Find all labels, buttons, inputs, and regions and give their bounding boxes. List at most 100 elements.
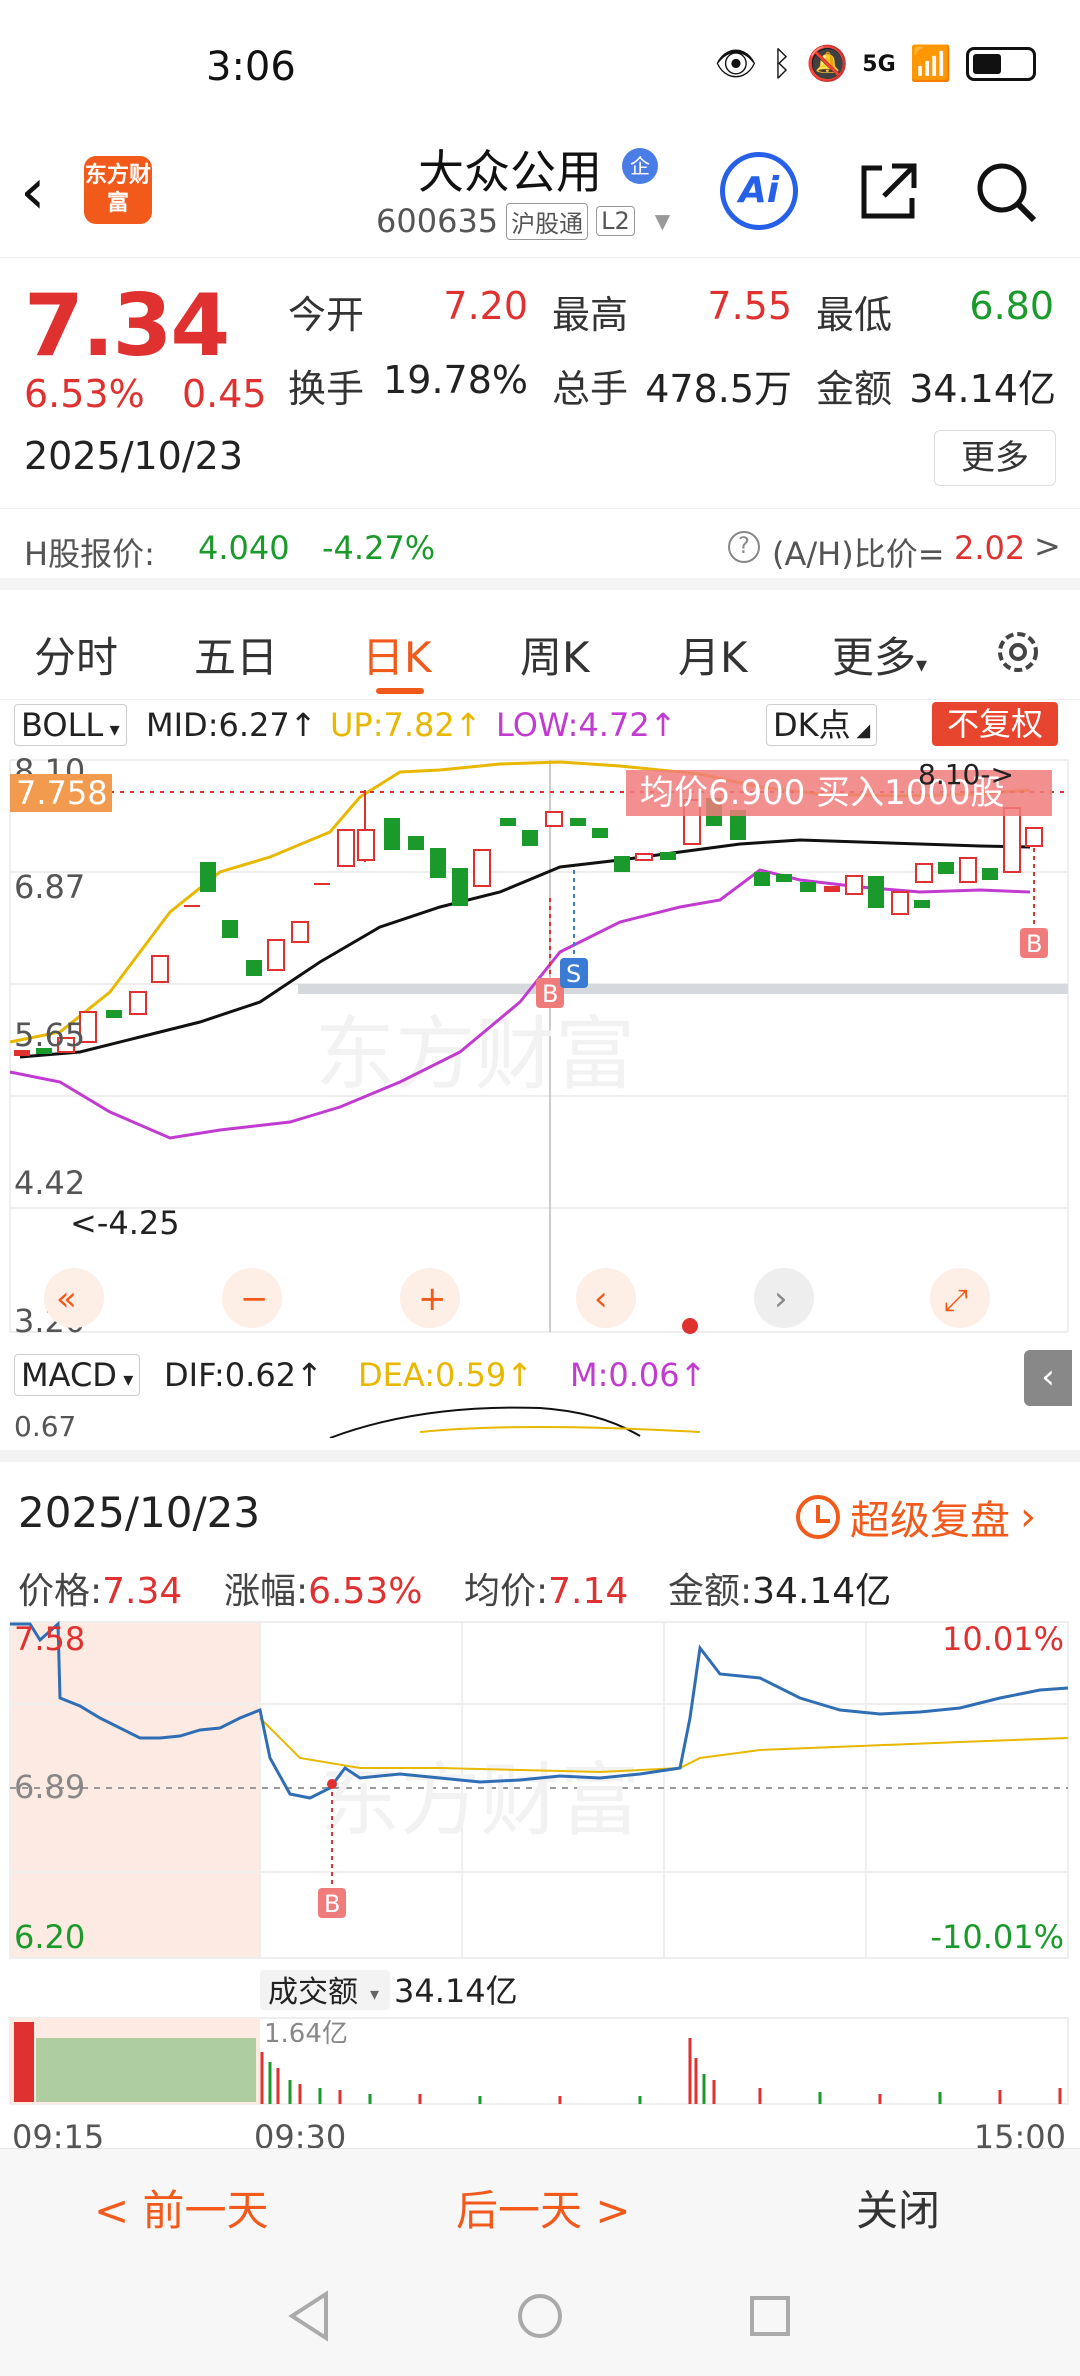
high-label: 最高	[552, 293, 629, 337]
enterprise-badge: 企	[622, 148, 658, 184]
intraday-buy-point	[327, 1779, 337, 1789]
buy-marker[interactable]: B	[542, 980, 558, 1008]
gear-icon[interactable]	[990, 624, 1046, 680]
close-replay-button[interactable]: 关闭	[856, 2177, 940, 2238]
caret-down-icon: ▾	[916, 653, 928, 678]
no-adjust-button[interactable]: 不复权	[932, 702, 1058, 746]
current-price-tag: 7.758	[16, 774, 108, 812]
next-day-button[interactable]: 后一天 >	[456, 2177, 631, 2238]
stock-name: 大众公用	[418, 145, 602, 199]
intraday-replay-panel: 2025/10/23 超级复盘 › 价格:7.34 涨幅:6.53% 均价:7.…	[0, 1450, 1080, 2156]
open-value: 7.20	[443, 284, 528, 328]
amount-info-label: 金额:	[668, 1571, 753, 1612]
stock-code-row[interactable]: 600635 沪股通 L2 ▼	[376, 202, 670, 240]
status-time: 3:06	[206, 44, 296, 90]
status-bar: 3:06 👁 ᛒ 🔕 5G 📶	[0, 0, 1080, 130]
h-share-row[interactable]: H股报价: 4.040 -4.27% ? (A/H)比价= 2.02 >	[0, 508, 1080, 590]
volume-total: 34.14亿	[394, 1972, 518, 2010]
collapse-panel-button[interactable]: ‹	[1024, 1350, 1072, 1406]
amount-label: 金额	[816, 367, 893, 411]
pct-info: 涨幅:6.53%	[224, 1562, 423, 1614]
amount-info-value: 34.14亿	[752, 1571, 892, 1612]
pre-market-volume-bar	[14, 2022, 34, 2102]
sell-marker[interactable]: S	[566, 960, 581, 988]
tab-monthly-k[interactable]: 月K	[678, 624, 748, 685]
double-chevron-left-icon: «	[56, 1279, 77, 1319]
macd-y-label: 0.67	[14, 1410, 76, 1438]
stock-header: ‹ 东方财富 大众公用 企 600635 沪股通 L2 ▼ Ai	[0, 130, 1080, 258]
change-percent: 6.53%	[24, 372, 145, 416]
network-label: 5G	[862, 51, 896, 77]
day-navigation: < 前一天 后一天 > 关闭	[0, 2148, 1080, 2256]
previous-day-button[interactable]: < 前一天	[94, 2177, 269, 2238]
amount-info: 金额:34.14亿	[668, 1562, 891, 1614]
chevron-left-icon: ‹	[594, 1279, 608, 1319]
tab-five-day[interactable]: 五日	[194, 624, 278, 685]
macd-indicator-label: MACD	[21, 1356, 117, 1394]
y-label-2: 6.87	[14, 868, 85, 906]
chevron-right-icon: ›	[774, 1279, 788, 1319]
help-icon[interactable]: ?	[728, 531, 760, 563]
level2-tag: L2	[596, 206, 635, 236]
intraday-buy-marker[interactable]: B	[324, 1890, 340, 1918]
boll-mid: MID:6.27↑	[146, 706, 317, 744]
turnover-value: 19.78%	[383, 358, 528, 402]
tab-more[interactable]: 更多▾	[832, 624, 927, 685]
turnover-label: 换手	[288, 367, 365, 411]
search-icon[interactable]	[970, 156, 1042, 228]
active-tab-indicator	[376, 688, 424, 694]
volume-peak-label: 1.64亿	[264, 2019, 348, 2049]
macd-m: M:0.06↑	[570, 1356, 707, 1394]
plus-icon: +	[418, 1279, 447, 1319]
page-indicator-dot	[682, 1318, 698, 1334]
macd-dif: DIF:0.62↑	[164, 1356, 323, 1394]
volume-bars	[260, 2038, 1062, 2104]
tab-daily-k[interactable]: 日K	[362, 624, 432, 685]
intraday-y-mid: 6.89	[14, 1768, 85, 1806]
chevron-down-icon[interactable]: ▼	[655, 209, 670, 233]
mute-icon: 🔕	[805, 44, 849, 84]
caret-icon: ◢	[850, 720, 871, 741]
share-icon[interactable]	[852, 156, 924, 228]
caret-down-icon: ▾	[103, 717, 120, 741]
nav-back-icon[interactable]	[286, 2290, 332, 2342]
dk-point-label: DK点	[773, 706, 851, 744]
nav-home-icon[interactable]	[516, 2292, 564, 2340]
pre-market-volume-fill	[36, 2038, 256, 2102]
boll-indicator-select[interactable]: BOLL ▾	[14, 704, 127, 746]
ai-assistant-button[interactable]: Ai	[720, 152, 798, 230]
change-amount: 0.45	[182, 372, 267, 416]
tab-weekly-k[interactable]: 周K	[520, 624, 590, 685]
y-label-4: 4.42	[14, 1164, 85, 1202]
max-price-label: 8.10->	[918, 758, 1014, 791]
intraday-chart[interactable]: 东方财富 B 7.58 6.89 6.20 10.01% -10.01% 成交额…	[0, 1618, 1080, 2168]
avg-info-label: 均价:	[464, 1571, 549, 1612]
h-share-percent: -4.27%	[322, 529, 436, 567]
tab-intraday[interactable]: 分时	[34, 624, 118, 685]
macd-indicator-select[interactable]: MACD ▾	[14, 1354, 141, 1396]
min-price-label: <-4.25	[70, 1204, 180, 1242]
price-info-value: 7.34	[102, 1571, 183, 1612]
app-logo: 东方财富	[84, 156, 152, 224]
buy-marker-2[interactable]: B	[1026, 930, 1042, 958]
y-label-3: 5.65	[14, 1016, 85, 1054]
dk-point-select[interactable]: DK点 ◢	[766, 704, 878, 746]
pct-info-label: 涨幅:	[224, 1571, 309, 1612]
super-replay-button[interactable]: 超级复盘 ›	[796, 1488, 1036, 1546]
quote-date: 2025/10/23	[24, 434, 244, 478]
volume-label: 总手	[552, 367, 629, 411]
watermark: 东方财富	[315, 1008, 635, 1101]
kline-chart[interactable]: 东方财富 8.10 7.758 6.87 5.65 4.42 3.20 均价6.…	[0, 752, 1080, 1342]
volume-select-label: 成交额	[268, 1975, 358, 2010]
price-info: 价格:7.34	[18, 1562, 182, 1614]
more-quote-button[interactable]: 更多	[934, 430, 1056, 486]
volume-value: 478.5万	[645, 367, 792, 411]
open-label: 今开	[288, 293, 365, 337]
nav-recents-icon[interactable]	[748, 2294, 792, 2338]
back-button[interactable]: ‹	[20, 152, 80, 232]
signal-icon: 📶	[909, 44, 952, 84]
intraday-pct-top: 10.01%	[942, 1620, 1064, 1658]
hk-connect-tag: 沪股通	[506, 202, 589, 240]
price-info-label: 价格:	[18, 1571, 103, 1612]
eye-icon: 👁	[714, 44, 758, 84]
